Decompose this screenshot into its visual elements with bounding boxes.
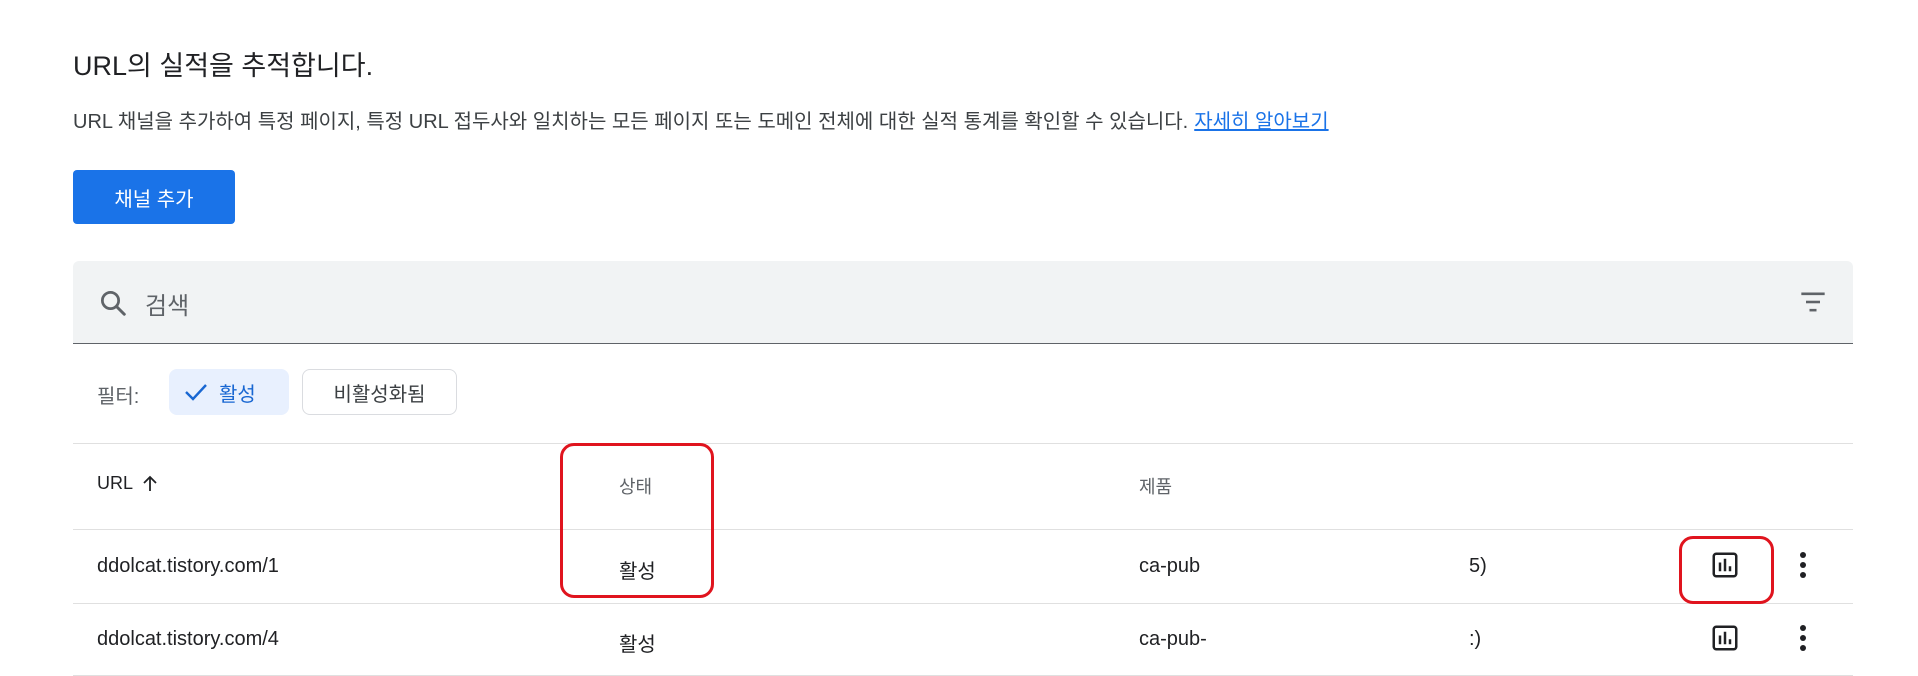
search-bar[interactable]: 검색 [73,261,1853,344]
divider [73,443,1853,444]
bar-chart-icon[interactable] [1710,623,1740,653]
filter-chip-active-label: 활성 [219,383,256,406]
row-product: ca-pub- [1139,628,1207,650]
divider [73,603,1853,604]
filter-chip-inactive-label: 비활성화됨 [333,383,426,406]
row-url: ddolcat.tistory.com/4 [97,628,279,650]
add-channel-button[interactable]: 채널 추가 [73,170,235,224]
arrow-up-icon [143,475,157,491]
column-header-url[interactable]: URL [97,473,159,494]
filter-chip-inactive[interactable]: 비활성화됨 [302,369,457,415]
filter-list-icon[interactable] [1799,289,1827,315]
check-icon [185,384,207,401]
row-url: ddolcat.tistory.com/1 [97,555,279,577]
divider [73,529,1853,530]
more-vert-icon[interactable] [1798,550,1808,580]
search-input[interactable]: 검색 [145,286,189,321]
search-icon [101,291,126,316]
row-extra: 5) [1469,555,1487,577]
column-header-product[interactable]: 제품 [1139,473,1172,499]
page-description: URL 채널을 추가하여 특정 페이지, 특정 URL 접두사와 일치하는 모든… [73,105,1329,134]
learn-more-link[interactable]: 자세히 알아보기 [1194,111,1328,133]
bar-chart-icon[interactable] [1710,550,1740,580]
filter-label: 필터: [97,386,140,408]
more-vert-icon[interactable] [1798,623,1808,653]
description-text: URL 채널을 추가하여 특정 페이지, 특정 URL 접두사와 일치하는 모든… [73,111,1189,133]
row-extra: :) [1469,628,1482,650]
row-product: ca-pub [1139,555,1201,577]
row-status: 활성 [619,634,656,656]
column-header-status[interactable]: 상태 [619,473,652,499]
filter-chip-active[interactable]: 활성 [169,369,289,415]
row-status: 활성 [619,561,656,583]
page-title: URL의 실적을 추적합니다. [73,51,374,81]
column-header-url-label: URL [97,473,134,493]
